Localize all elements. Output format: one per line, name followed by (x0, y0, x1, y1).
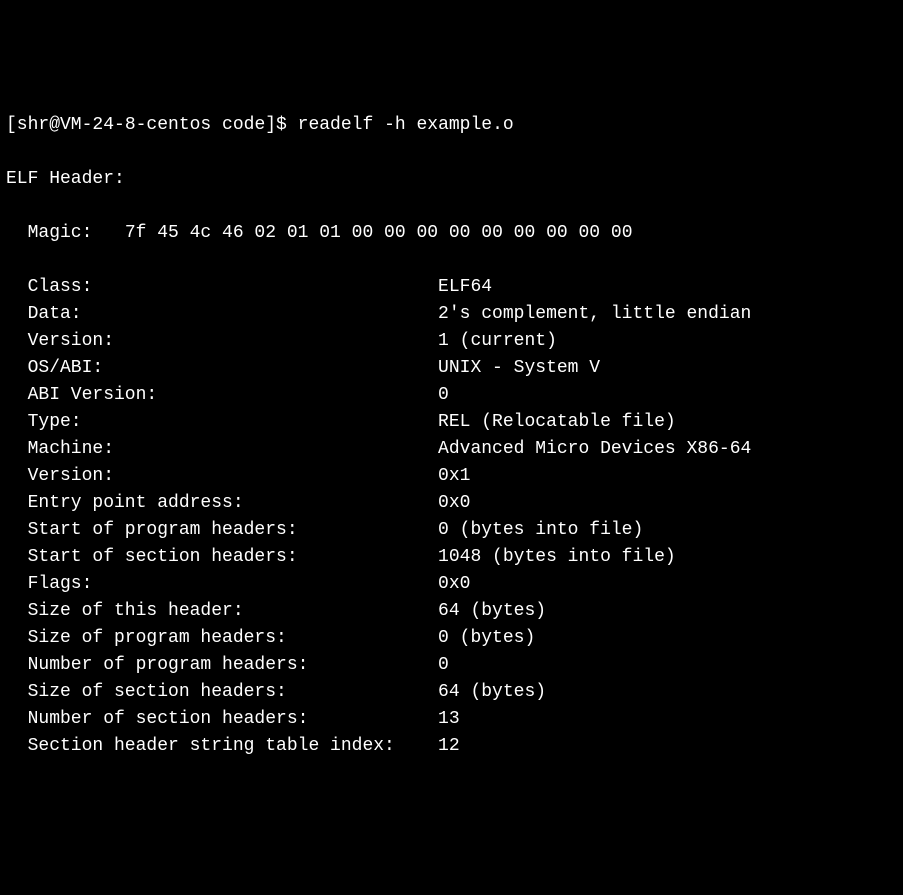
elf-field-row: Size of section headers:64 (bytes) (6, 679, 897, 706)
magic-row: Magic: 7f 45 4c 46 02 01 01 00 00 00 00 … (6, 220, 897, 247)
elf-field-value: 0x0 (438, 493, 470, 513)
elf-field-label: Type: (28, 409, 438, 436)
elf-field-value: 2's complement, little endian (438, 304, 751, 324)
elf-field-row: Version:1 (current) (6, 328, 897, 355)
elf-field-label: Class: (28, 274, 438, 301)
elf-fields: Class:ELF64Data:2's complement, little e… (6, 274, 897, 760)
elf-field-row: Flags:0x0 (6, 571, 897, 598)
elf-header-title: ELF Header: (6, 166, 897, 193)
elf-field-value: 12 (438, 736, 460, 756)
magic-value: 7f 45 4c 46 02 01 01 00 00 00 00 00 00 0… (125, 223, 643, 243)
elf-field-row: Size of program headers:0 (bytes) (6, 625, 897, 652)
shell-prompt: [shr@VM-24-8-centos code]$ (6, 115, 298, 135)
elf-field-value: 0 (438, 385, 449, 405)
elf-field-label: Version: (28, 463, 438, 490)
elf-field-label: OS/ABI: (28, 355, 438, 382)
elf-field-label: Size of section headers: (28, 679, 438, 706)
elf-field-label: Size of this header: (28, 598, 438, 625)
elf-field-row: Data:2's complement, little endian (6, 301, 897, 328)
elf-field-value: 13 (438, 709, 460, 729)
elf-field-value: 0 (bytes) (438, 628, 535, 648)
command-line[interactable]: [shr@VM-24-8-centos code]$ readelf -h ex… (6, 112, 897, 139)
elf-field-row: Version:0x1 (6, 463, 897, 490)
typed-command: readelf -h example.o (298, 115, 514, 135)
elf-field-label: Entry point address: (28, 490, 438, 517)
elf-field-value: 0 (bytes into file) (438, 520, 643, 540)
elf-field-row: Section header string table index:12 (6, 733, 897, 760)
elf-field-label: ABI Version: (28, 382, 438, 409)
elf-field-label: Data: (28, 301, 438, 328)
elf-field-row: Type:REL (Relocatable file) (6, 409, 897, 436)
elf-field-label: Start of section headers: (28, 544, 438, 571)
elf-field-row: Machine:Advanced Micro Devices X86-64 (6, 436, 897, 463)
elf-field-row: Start of section headers:1048 (bytes int… (6, 544, 897, 571)
elf-field-row: Number of section headers:13 (6, 706, 897, 733)
elf-field-value: REL (Relocatable file) (438, 412, 676, 432)
magic-label: Magic: (28, 223, 125, 243)
elf-field-value: 0 (438, 655, 449, 675)
elf-field-row: Size of this header:64 (bytes) (6, 598, 897, 625)
elf-field-label: Size of program headers: (28, 625, 438, 652)
elf-field-value: 64 (bytes) (438, 682, 546, 702)
elf-field-row: Number of program headers:0 (6, 652, 897, 679)
elf-field-value: Advanced Micro Devices X86-64 (438, 439, 751, 459)
elf-field-label: Section header string table index: (28, 733, 438, 760)
elf-field-row: OS/ABI:UNIX - System V (6, 355, 897, 382)
elf-field-label: Version: (28, 328, 438, 355)
elf-field-row: Entry point address:0x0 (6, 490, 897, 517)
elf-field-value: 0x0 (438, 574, 470, 594)
elf-field-value: 1 (current) (438, 331, 557, 351)
elf-field-label: Number of section headers: (28, 706, 438, 733)
elf-field-row: Class:ELF64 (6, 274, 897, 301)
elf-field-label: Flags: (28, 571, 438, 598)
elf-field-label: Number of program headers: (28, 652, 438, 679)
elf-field-label: Start of program headers: (28, 517, 438, 544)
elf-field-label: Machine: (28, 436, 438, 463)
elf-field-value: 1048 (bytes into file) (438, 547, 676, 567)
elf-field-row: Start of program headers:0 (bytes into f… (6, 517, 897, 544)
elf-field-row: ABI Version:0 (6, 382, 897, 409)
elf-field-value: ELF64 (438, 277, 492, 297)
elf-field-value: UNIX - System V (438, 358, 600, 378)
elf-field-value: 64 (bytes) (438, 601, 546, 621)
elf-field-value: 0x1 (438, 466, 470, 486)
